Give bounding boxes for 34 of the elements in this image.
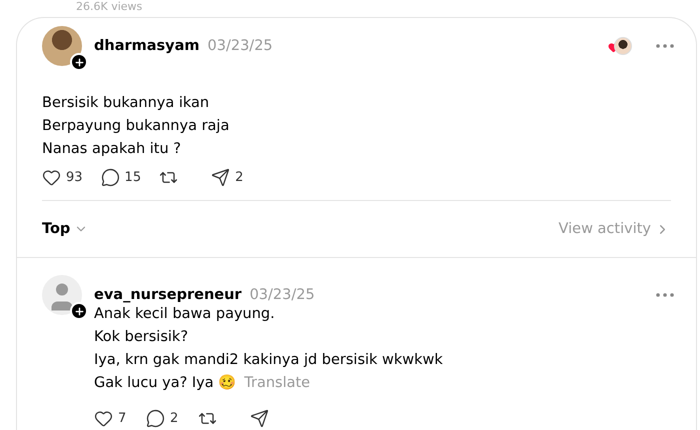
follow-button[interactable] bbox=[70, 302, 88, 320]
views-count: 26.6K views bbox=[76, 0, 142, 13]
reply-button[interactable]: 15 bbox=[100, 168, 146, 187]
author-name[interactable]: eva_nursepreneur bbox=[94, 287, 242, 303]
post-text-line: Berpayung bukannya raja bbox=[42, 117, 230, 136]
reply-text-line: Gak lucu ya? Iya 🥴 bbox=[94, 375, 236, 391]
more-options-button[interactable] bbox=[656, 44, 674, 48]
post-date: 03/23/25 bbox=[208, 38, 273, 54]
plus-icon bbox=[74, 56, 84, 68]
speech-bubble-icon bbox=[146, 409, 165, 428]
more-options-button[interactable] bbox=[656, 293, 674, 297]
share-icon bbox=[211, 168, 230, 187]
reply-text-line: Iya, krn gak mandi2 kakinya jd bersisik wkwkwk bbox=[94, 352, 443, 368]
reply-text-line: Kok bersisik? bbox=[94, 329, 188, 345]
default-avatar-icon[interactable] bbox=[42, 275, 82, 315]
heart-icon bbox=[94, 409, 113, 428]
heart-icon bbox=[42, 168, 61, 187]
reply-date: 03/23/25 bbox=[250, 287, 315, 303]
reply-text-line: Anak kecil bawa payung. bbox=[94, 306, 275, 322]
like-button[interactable]: 7 bbox=[94, 409, 132, 428]
post-text-line: Bersisik bukannya ikan bbox=[42, 94, 210, 113]
share-button[interactable]: 2 bbox=[211, 168, 250, 187]
author-name[interactable]: dharmasyam bbox=[94, 38, 200, 54]
like-button[interactable]: 93 bbox=[42, 168, 87, 187]
speech-bubble-icon bbox=[100, 168, 120, 187]
plus-icon bbox=[74, 306, 84, 316]
share-icon bbox=[250, 409, 269, 428]
reply-button[interactable]: 2 bbox=[146, 409, 184, 428]
more-icon bbox=[656, 293, 674, 297]
sort-dropdown[interactable]: Top bbox=[42, 221, 88, 237]
follow-button[interactable] bbox=[70, 53, 88, 71]
post-text-line: Nanas apakah itu ? bbox=[42, 140, 182, 159]
more-icon bbox=[656, 44, 674, 48]
avatar-photo[interactable] bbox=[42, 26, 82, 66]
